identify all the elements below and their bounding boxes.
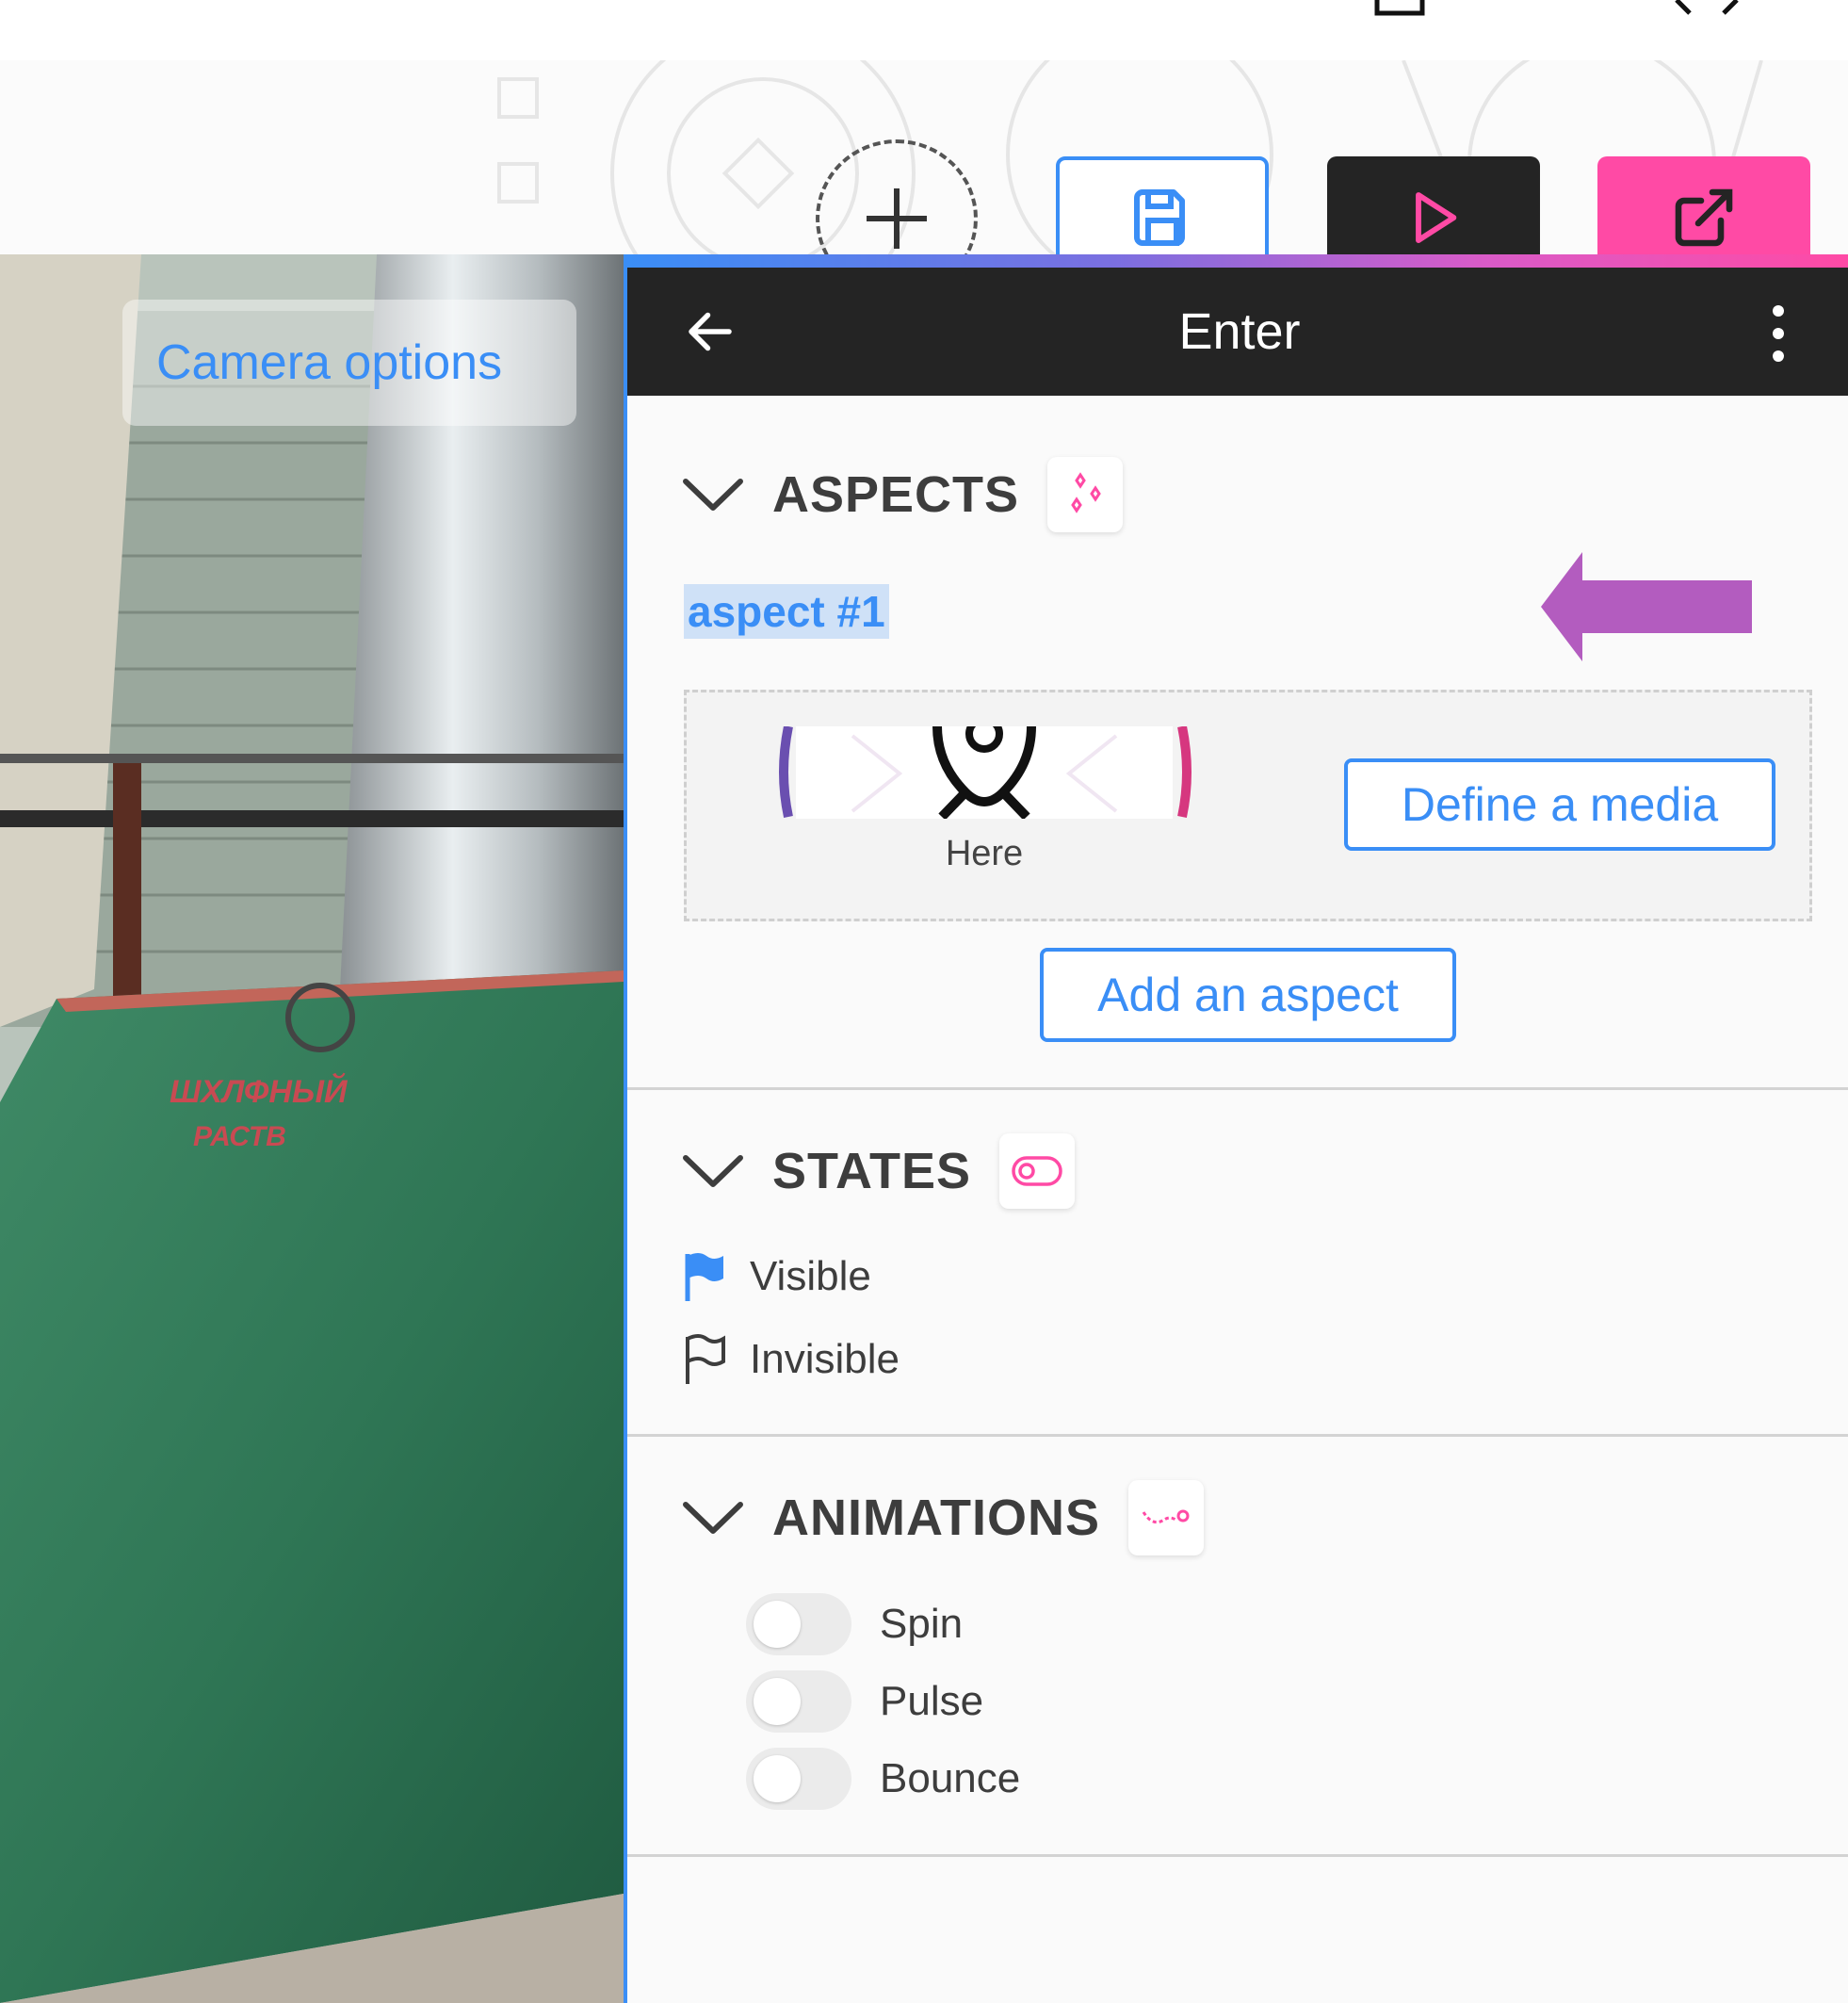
chevron-down-icon: [683, 479, 743, 511]
flag-outline-icon: [686, 1334, 725, 1384]
animations-badge: [1127, 1480, 1204, 1555]
scene-photo: ШХЛФНЫЙ РАСТВ: [0, 254, 624, 2003]
panel-header: Enter: [627, 268, 1848, 396]
chevron-down-icon: [683, 1155, 743, 1187]
animation-label-pulse: Pulse: [880, 1678, 984, 1724]
pulse-toggle[interactable]: [746, 1670, 851, 1733]
toggle-knob: [754, 1678, 801, 1725]
state-item-invisible[interactable]: Invisible: [682, 1327, 900, 1392]
add-aspect-button[interactable]: Add an aspect: [1040, 948, 1456, 1042]
toggle-icon: [1012, 1156, 1062, 1186]
section-divider: [627, 1087, 1848, 1090]
animation-item-spin[interactable]: Spin: [746, 1590, 963, 1658]
camera-options-button[interactable]: Camera options: [122, 300, 576, 426]
animation-label-spin: Spin: [880, 1601, 964, 1647]
toggle-knob: [754, 1601, 801, 1648]
media-caption: Here: [945, 834, 1024, 873]
animation-item-bounce[interactable]: Bounce: [746, 1745, 1020, 1813]
state-item-visible[interactable]: Visible: [682, 1244, 871, 1310]
panel-title: Enter: [1178, 303, 1301, 360]
close-window-icon[interactable]: [1669, 0, 1744, 17]
svg-text:ШХЛФНЫЙ: ШХЛФНЫЙ: [170, 1073, 349, 1110]
states-section-header[interactable]: STATES: [682, 1129, 1076, 1213]
states-title: STATES: [772, 1143, 972, 1199]
state-label-visible: Visible: [750, 1253, 871, 1299]
aspects-title: ASPECTS: [772, 466, 1020, 523]
play-icon: [1416, 192, 1457, 243]
motion-path-icon: [1142, 1509, 1190, 1524]
media-thumbnail: [779, 726, 1191, 819]
window-title-strip: [0, 0, 1848, 60]
define-media-button[interactable]: Define a media: [1344, 758, 1775, 851]
sparkles-icon: [1071, 472, 1101, 513]
media-dropzone[interactable]: Here Define a media: [684, 690, 1812, 921]
restore-window-icon[interactable]: [1371, 0, 1437, 17]
save-icon: [1134, 189, 1185, 246]
kebab-menu-icon[interactable]: [1761, 303, 1795, 364]
animation-label-bounce: Bounce: [880, 1755, 1021, 1801]
editor-toolbar: [0, 60, 1848, 298]
svg-text:РАСТВ: РАСТВ: [193, 1121, 286, 1152]
spin-toggle[interactable]: [746, 1593, 851, 1655]
section-divider: [627, 1434, 1848, 1437]
bounce-toggle[interactable]: [746, 1748, 851, 1810]
panel-accent-bar: [624, 254, 1848, 268]
element-properties-panel: Enter ASPECTS aspect #1 Here Define a me…: [624, 254, 1848, 2003]
states-badge: [999, 1133, 1076, 1209]
aspects-badge: [1047, 457, 1124, 532]
scene-viewport[interactable]: ШХЛФНЫЙ РАСТВ Camera options: [0, 254, 624, 2003]
flag-filled-icon: [685, 1253, 723, 1301]
external-link-icon: [1675, 188, 1733, 247]
animations-title: ANIMATIONS: [772, 1490, 1100, 1546]
animations-section-header[interactable]: ANIMATIONS: [682, 1475, 1204, 1560]
aspect-name-selected[interactable]: aspect #1: [684, 584, 889, 639]
toggle-knob: [754, 1755, 801, 1802]
aspects-section-header[interactable]: ASPECTS: [682, 452, 1124, 537]
animation-item-pulse[interactable]: Pulse: [746, 1668, 983, 1735]
section-divider: [627, 1854, 1848, 1857]
back-arrow-icon[interactable]: [682, 303, 738, 360]
chevron-down-icon: [683, 1502, 743, 1534]
annotation-arrow-icon: [1541, 552, 1752, 661]
state-label-invisible: Invisible: [750, 1336, 900, 1382]
